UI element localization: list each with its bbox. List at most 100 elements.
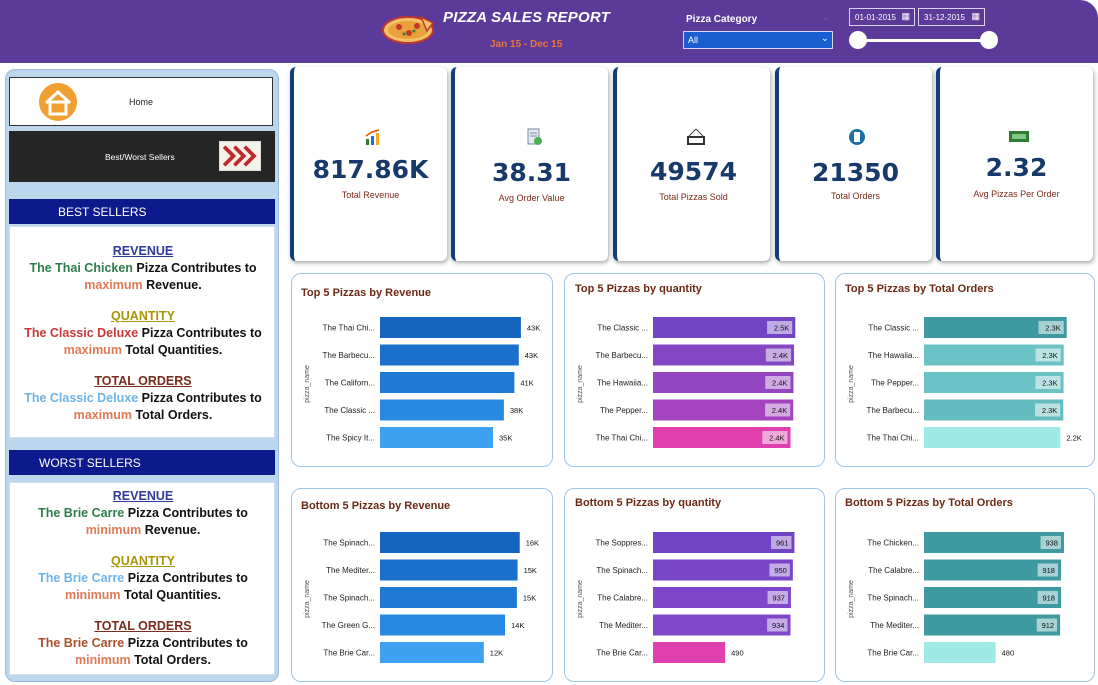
data-label: 490 (731, 649, 744, 658)
bar (380, 399, 504, 421)
best-quantity-statement: QUANTITY The Classic Deluxe Pizza Contri… (10, 308, 276, 359)
data-label: 2.2K (1066, 434, 1081, 443)
data-label: 2.4K (769, 434, 784, 443)
category-label: The Mediter... (599, 621, 648, 630)
chart-top-orders-plot: pizza_name The Classic ... 2.3K The Hawaiia… (848, 317, 1082, 448)
best-orders-metric: Total Orders. (132, 408, 213, 422)
category-label: The Calabre... (597, 594, 648, 603)
best-revenue-metric: Revenue. (142, 278, 202, 292)
category-label: The Thai Chi... (323, 324, 375, 333)
bar (380, 372, 515, 393)
home-icon (39, 83, 77, 121)
kpi-card-total-orders: 21350 Total Orders (775, 67, 932, 261)
worst-revenue-statement: REVENUE The Brie Carre Pizza Contributes… (10, 488, 276, 539)
bar (380, 587, 517, 608)
document-check-icon (527, 128, 542, 145)
worst-orders-metric: Total Orders. (130, 653, 211, 667)
category-label: The Classic ... (597, 324, 648, 333)
best-worst-label: Best/Worst Sellers (105, 152, 175, 162)
kpi-value: 38.31 (491, 158, 572, 187)
category-label: The Classic ... (324, 406, 375, 415)
slider-start-handle[interactable] (849, 31, 867, 49)
category-label: The Barbecu... (323, 351, 375, 360)
data-label: 41K (520, 379, 533, 388)
kpi-value: 21350 (812, 158, 899, 187)
end-date-input[interactable]: 31-12-2015 ▦ (918, 8, 985, 26)
bar (380, 427, 494, 448)
category-label: The Hawaiia... (597, 379, 648, 388)
best-orders-pizza: The Classic Deluxe (24, 391, 139, 405)
y-axis-label: pizza_name (304, 580, 311, 618)
category-label: The Pepper... (871, 379, 919, 388)
chart-top-quantity: Top 5 Pizzas by quantity pizza_name The C… (564, 273, 825, 467)
y-axis-label: pizza_name (848, 365, 855, 403)
category-label: The Mediter... (870, 621, 919, 630)
worst-sellers-panel: REVENUE The Brie Carre Pizza Contributes… (9, 482, 275, 675)
category-label: The Brie Car... (867, 649, 919, 658)
category-label: The Soppres... (596, 539, 648, 548)
best-revenue-adj: maximum (84, 278, 143, 292)
data-label: 2.4K (772, 379, 787, 388)
category-label: The Spinach... (323, 594, 375, 603)
kpi-label: Total Orders (830, 191, 881, 201)
data-label: 15K (524, 566, 537, 575)
chart-bottom-revenue-plot: pizza_name The Spinach... 16K The Mediter..… (304, 532, 539, 663)
data-label: 15K (523, 594, 536, 603)
pizza-category-label: Pizza Category (686, 14, 758, 25)
y-axis-label: pizza_name (848, 580, 855, 618)
start-date-input[interactable]: 01-01-2015 ▦ (849, 8, 915, 26)
worst-orders-mid: Pizza Contributes to (124, 636, 248, 650)
start-date-value: 01-01-2015 (855, 13, 896, 22)
worst-orders-head: TOTAL ORDERS (94, 619, 192, 633)
category-label: The Thai Chi... (867, 434, 919, 443)
home-button[interactable]: Home (9, 77, 273, 126)
worst-orders-statement: TOTAL ORDERS The Brie Carre Pizza Contri… (10, 618, 276, 669)
y-axis-label: pizza_name (304, 365, 311, 403)
receipt-icon (849, 129, 865, 145)
data-label: 2.3K (1042, 351, 1057, 360)
dashboard: PIZZA SALES REPORT Jan 15 - Dec 15 Pizza… (0, 0, 1098, 685)
calendar-icon: ▦ (971, 11, 980, 21)
category-label: The Californ... (325, 379, 375, 388)
worst-revenue-pizza: The Brie Carre (38, 506, 125, 520)
data-label: 918 (1042, 566, 1055, 575)
worst-revenue-head: REVENUE (112, 489, 174, 503)
best-revenue-head: REVENUE (112, 244, 174, 258)
pizza-category-dropdown[interactable]: All ⌄ (683, 31, 833, 49)
worst-quantity-pizza: The Brie Carre (38, 571, 125, 585)
kpi-label: Avg Order Value (498, 193, 565, 203)
kpi-label: Avg Pizzas Per Order (973, 189, 1060, 199)
kpi-label: Total Revenue (341, 190, 400, 200)
sold-sign-icon (687, 128, 705, 145)
end-date-value: 31-12-2015 (924, 13, 965, 22)
worst-revenue-adj: minimum (85, 523, 142, 537)
best-worst-sellers-button[interactable]: Best/Worst Sellers (9, 131, 275, 182)
report-title: PIZZA SALES REPORT (443, 9, 610, 26)
category-label: The Hawaiia... (868, 351, 919, 360)
pizza-icon (382, 15, 435, 44)
worst-quantity-head: QUANTITY (111, 554, 175, 568)
category-label: The Spinach... (323, 539, 375, 548)
y-axis-label: pizza_name (577, 365, 584, 403)
triple-chevron-right-icon (219, 141, 261, 171)
chart-bottom-revenue: Bottom 5 Pizzas by Revenue pizza_name The… (291, 488, 553, 682)
slider-end-handle[interactable] (980, 31, 998, 49)
worst-quantity-mid: Pizza Contributes to (124, 571, 248, 585)
kpi-card-avg-pizzas-per-order: 2.32 Avg Pizzas Per Order (936, 67, 1093, 261)
best-revenue-pizza: The Thai Chicken (29, 261, 133, 275)
date-range-slider[interactable] (858, 39, 990, 42)
best-quantity-metric: Total Quantities. (121, 343, 223, 357)
data-label: 937 (772, 594, 785, 603)
category-label: The Pepper... (600, 406, 648, 415)
chart-growth-icon (365, 129, 380, 145)
bar (380, 614, 506, 636)
worst-orders-pizza: The Brie Carre (38, 636, 125, 650)
report-date-range: Jan 15 - Dec 15 (490, 39, 563, 50)
worst-sellers-heading: WORST SELLERS (9, 450, 275, 475)
kpi-value: 49574 (650, 157, 737, 186)
category-label: The Spicy It... (326, 434, 375, 443)
data-label: 43K (525, 351, 538, 360)
bar (380, 642, 484, 663)
chart-top-quantity-plot: pizza_name The Classic ... 2.5K The Barbecu… (577, 317, 796, 448)
chart-bottom-orders: Bottom 5 Pizzas by Total Orders pizza_na… (835, 488, 1095, 682)
